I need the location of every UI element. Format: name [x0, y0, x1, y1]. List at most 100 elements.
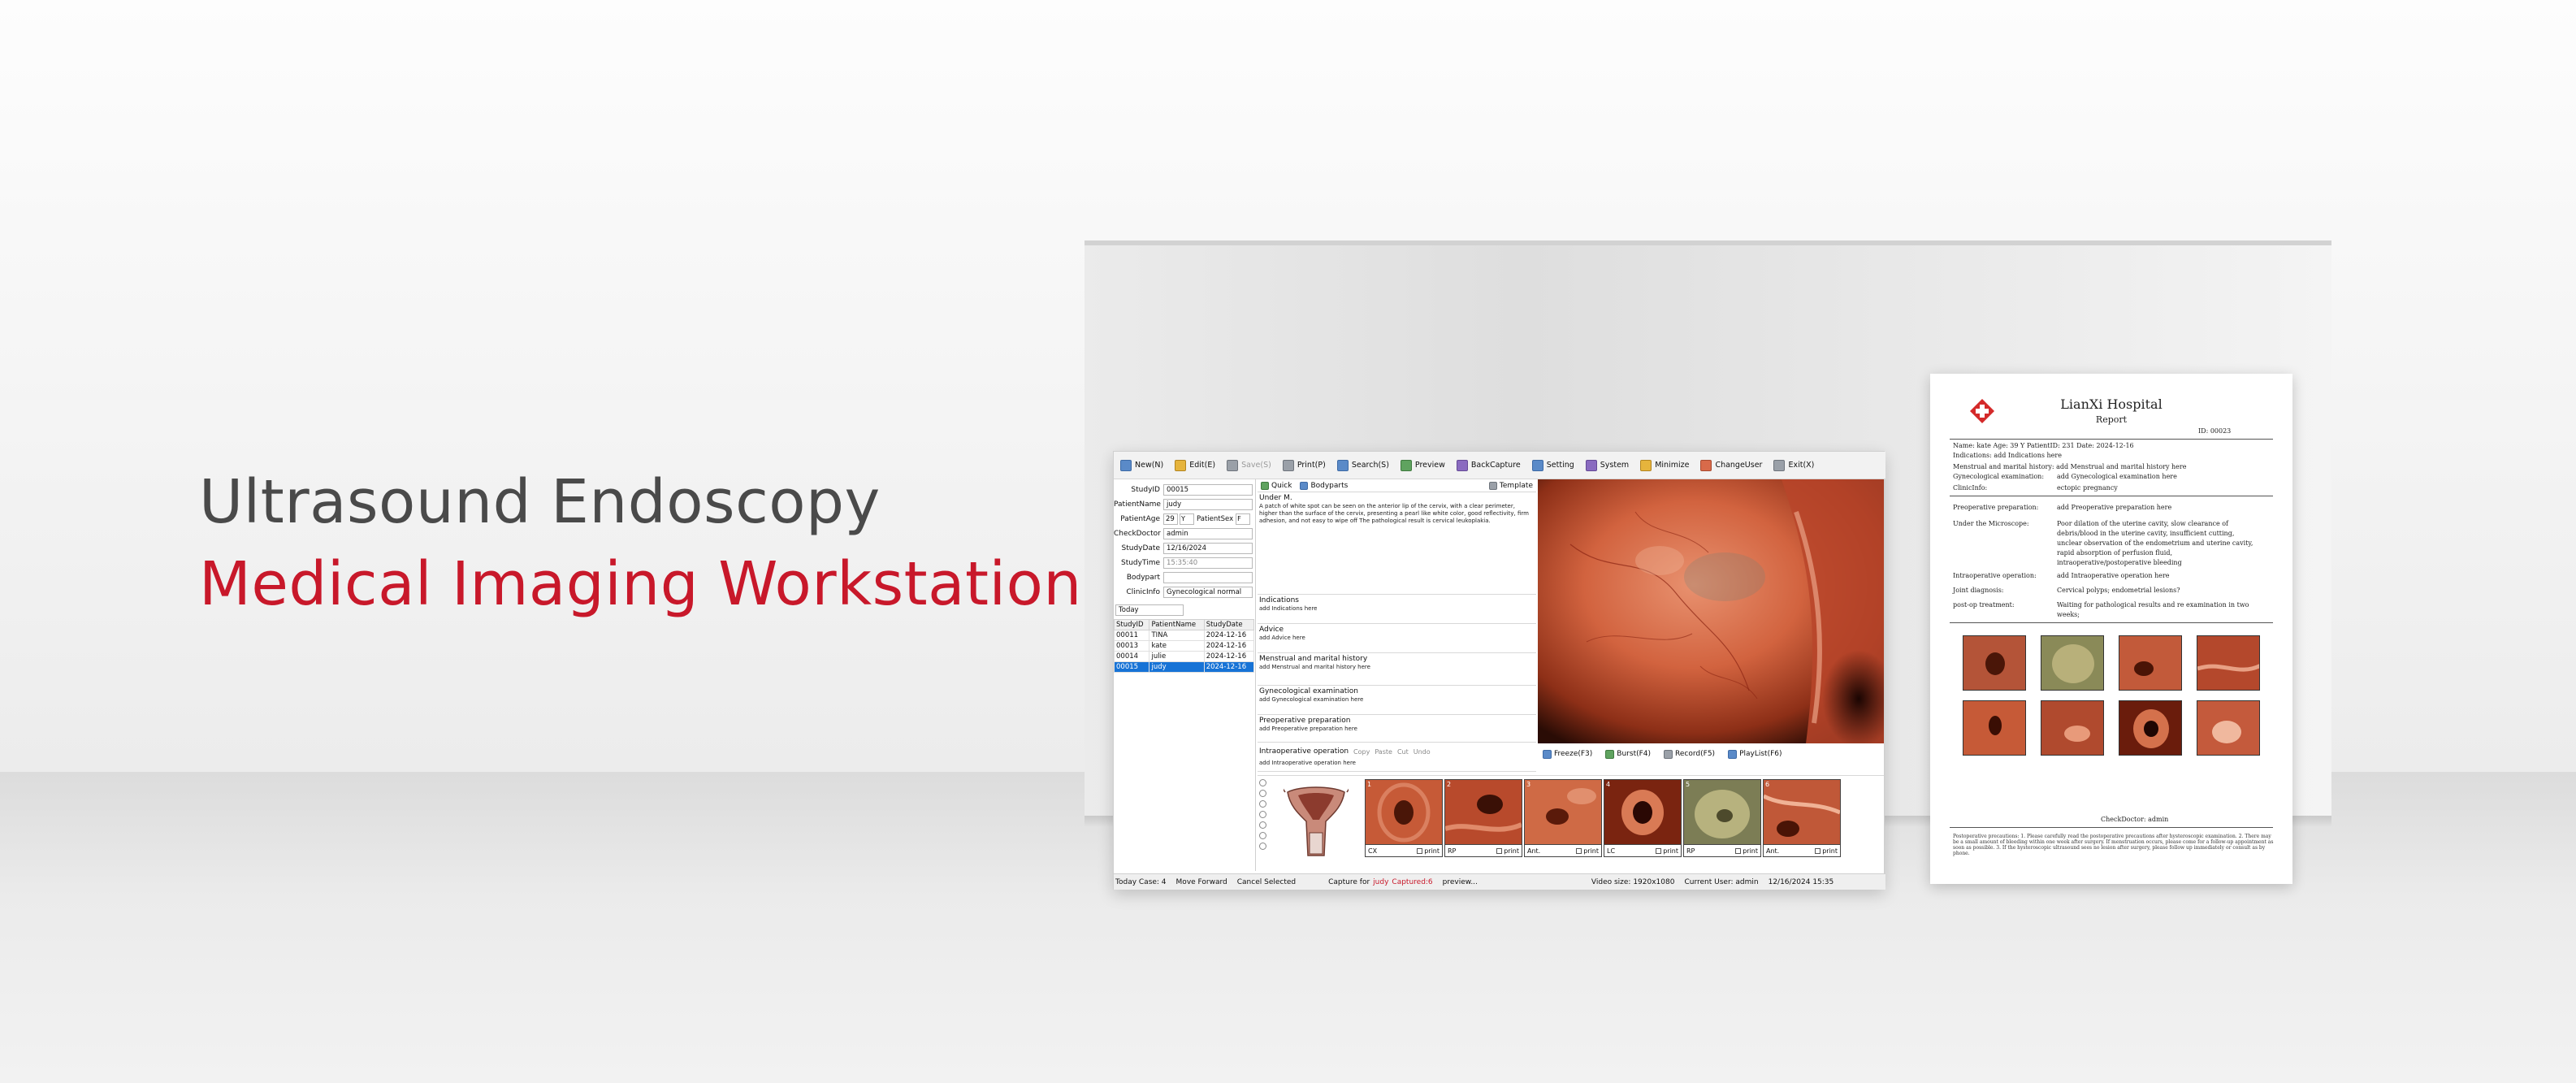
paste-button[interactable]: Paste [1375, 748, 1392, 756]
report-image [1963, 635, 2026, 691]
playlist-button[interactable]: PlayList(F6) [1728, 749, 1782, 759]
bodypart-field[interactable] [1163, 572, 1253, 583]
uterus-diagram-icon[interactable] [1284, 782, 1349, 864]
print-checkbox[interactable]: print [1576, 847, 1599, 855]
check-doctor-field[interactable]: admin [1163, 528, 1253, 539]
burst-button[interactable]: Burst(F4) [1605, 749, 1652, 759]
divider [1950, 439, 2273, 440]
patient-sex-select[interactable]: F [1236, 513, 1251, 525]
search-icon [1336, 459, 1349, 471]
clinic-info-field[interactable]: Gynecological normal [1163, 587, 1253, 598]
tool-button[interactable] [1259, 800, 1266, 808]
template-button[interactable]: Template [1488, 481, 1533, 490]
tab-quick[interactable]: Quick [1261, 481, 1292, 490]
preview-button[interactable]: Preview [1400, 459, 1445, 471]
report-gyne-value: add Gynecological examination here [2057, 473, 2177, 480]
study-id-label: StudyID [1131, 486, 1160, 494]
print-checkbox[interactable]: print [1496, 847, 1519, 855]
minimize-label: Minimize [1655, 461, 1690, 470]
thumbnail[interactable]: 2 RP print [1444, 779, 1522, 857]
study-time-field[interactable]: 15:35:40 [1163, 557, 1253, 569]
live-endoscope-view[interactable] [1538, 479, 1884, 743]
print-label: print [1743, 847, 1758, 855]
print-checkbox[interactable]: print [1815, 847, 1838, 855]
cancel-selected-button[interactable]: Cancel Selected [1237, 878, 1296, 886]
side-tool-buttons [1259, 779, 1267, 853]
print-label: Print(P) [1297, 461, 1326, 470]
advice-field[interactable]: Advice add Advice here [1258, 624, 1536, 653]
date-filter-select[interactable]: Today [1115, 604, 1184, 616]
patient-name-field[interactable]: judy [1163, 499, 1253, 510]
exit-button[interactable]: Exit(X) [1773, 459, 1814, 471]
intraoperative-title: Intraoperative operation [1259, 747, 1349, 756]
tool-button[interactable] [1259, 843, 1266, 850]
tool-button[interactable] [1259, 832, 1266, 839]
col-studydate[interactable]: StudyDate [1203, 619, 1255, 630]
tool-button[interactable] [1259, 821, 1266, 829]
system-icon [1585, 459, 1597, 471]
tab-bodyparts[interactable]: Bodyparts [1300, 481, 1348, 490]
capture-patient: judy [1373, 877, 1389, 886]
thumbnail[interactable]: 1 CX print [1365, 779, 1443, 857]
freeze-label: Freeze(F3) [1554, 750, 1593, 758]
report-image [1963, 700, 2026, 756]
thumbnail-label: RP [1448, 847, 1457, 855]
thumbnail-number: 6 [1765, 781, 1770, 788]
print-label: print [1822, 847, 1838, 855]
tool-button[interactable] [1259, 779, 1266, 786]
print-label: print [1583, 847, 1599, 855]
preoperative-field[interactable]: Preoperative preparation add Preoperativ… [1258, 715, 1536, 743]
under-microscope-field[interactable]: Under M. A patch of white spot can be se… [1258, 492, 1536, 595]
burst-label: Burst(F4) [1617, 750, 1652, 758]
col-patientname[interactable]: PatientName [1149, 619, 1205, 630]
table-row-selected[interactable]: 00015 judy 2024-12-16 [1113, 661, 1255, 673]
checkbox-icon [1576, 847, 1582, 854]
tool-button[interactable] [1259, 790, 1266, 797]
tool-button[interactable] [1259, 811, 1266, 818]
report-id: ID: 00023 [2198, 427, 2232, 435]
new-button[interactable]: New(N) [1120, 459, 1163, 471]
cell-date: 2024-12-16 [1203, 630, 1255, 641]
table-row[interactable]: 00014 julie 2024-12-16 [1113, 651, 1255, 662]
backcapture-label: BackCapture [1470, 461, 1521, 470]
indications-field[interactable]: Indications add Indications here [1258, 595, 1536, 624]
system-button[interactable]: System [1585, 459, 1629, 471]
menstrual-field[interactable]: Menstrual and marital history add Menstr… [1258, 653, 1536, 686]
save-button[interactable]: Save(S) [1227, 459, 1271, 471]
freeze-button[interactable]: Freeze(F3) [1543, 749, 1593, 759]
gynecological-field[interactable]: Gynecological examination add Gynecologi… [1258, 686, 1536, 715]
move-forward-button[interactable]: Move Forward [1176, 878, 1227, 886]
intraoperative-field[interactable]: add Intraoperative operation here [1258, 759, 1536, 772]
copy-button[interactable]: Copy [1353, 748, 1370, 756]
edit-button[interactable]: Edit(E) [1175, 459, 1215, 471]
study-date-field[interactable]: 12/16/2024 [1163, 543, 1253, 554]
thumbnail[interactable]: 5 RP print [1683, 779, 1761, 857]
setting-button[interactable]: Setting [1531, 459, 1574, 471]
preview-status: preview... [1442, 877, 1478, 886]
study-id-field[interactable]: 00015 [1163, 484, 1253, 496]
print-checkbox[interactable]: print [1735, 847, 1758, 855]
bodyparts-icon [1300, 481, 1309, 490]
thumbnail[interactable]: 3 Ant. print [1524, 779, 1602, 857]
age-unit-select[interactable]: Y [1180, 513, 1194, 525]
thumbnail[interactable]: 6 Ant. print [1763, 779, 1841, 857]
patient-age-field[interactable]: 29 [1163, 513, 1178, 525]
minimize-button[interactable]: Minimize [1640, 459, 1690, 471]
backcapture-button[interactable]: BackCapture [1456, 459, 1521, 471]
thumbnail[interactable]: 4 LC print [1604, 779, 1682, 857]
report-intraop-value: add Intraoperative operation here [2057, 572, 2170, 579]
table-row[interactable]: 00011 TINA 2024-12-16 [1113, 630, 1255, 641]
table-row[interactable]: 00013 kate 2024-12-16 [1113, 640, 1255, 652]
col-studyid[interactable]: StudyID [1113, 619, 1150, 630]
intraoperative-text: add Intraoperative operation here [1259, 760, 1356, 766]
print-checkbox[interactable]: print [1656, 847, 1678, 855]
print-button[interactable]: Print(P) [1282, 459, 1326, 471]
report-diag-label: Joint diagnosis: [1953, 587, 2004, 594]
changeuser-button[interactable]: ChangeUser [1700, 459, 1762, 471]
search-button[interactable]: Search(S) [1336, 459, 1389, 471]
cut-button[interactable]: Cut [1397, 748, 1409, 756]
checkbox-icon [1815, 847, 1821, 854]
print-checkbox[interactable]: print [1417, 847, 1440, 855]
undo-button[interactable]: Undo [1414, 748, 1431, 756]
record-button[interactable]: Record(F5) [1664, 749, 1715, 759]
